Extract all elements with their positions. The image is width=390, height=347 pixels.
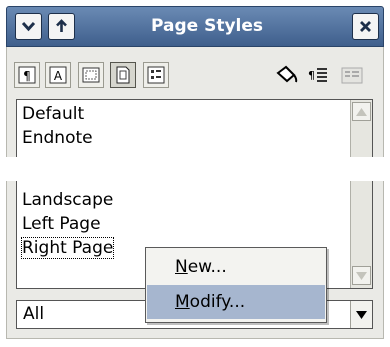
character-styles-button[interactable]: A [45,62,71,88]
window-title: Page Styles [150,16,264,36]
list-item[interactable]: Landscape [22,190,113,210]
paint-bucket-icon [276,65,298,83]
list-item[interactable]: Endnote [22,128,93,148]
menu-item-accel: M [175,292,190,312]
arrow-up-icon [56,19,67,32]
close-icon [360,21,371,32]
collapse-button[interactable] [15,13,42,40]
svg-text:¶: ¶ [308,69,315,82]
vertical-scrollbar[interactable] [350,100,372,288]
character-styles-icon: A [49,66,67,84]
new-style-button[interactable]: ¶ [304,62,334,88]
blank-gap [0,157,390,181]
page-styles-button[interactable] [110,62,136,88]
triangle-down-icon [356,271,367,280]
svg-text:¶: ¶ [23,69,31,83]
list-item[interactable]: Default [22,104,84,124]
title-bar[interactable]: Page Styles [6,6,384,47]
move-up-button[interactable] [48,13,75,40]
frame-styles-icon [82,67,100,83]
list-item-selected[interactable]: Right Page [20,237,115,259]
triangle-up-icon [356,107,367,116]
menu-item-new[interactable]: New... [147,250,325,284]
chevron-down-icon [21,21,36,32]
svg-text:A: A [54,69,63,83]
close-button[interactable] [352,13,379,40]
menu-item-label: ew... [187,257,227,277]
fill-format-mode-button[interactable] [272,62,302,88]
frame-styles-button[interactable] [78,62,104,88]
paragraph-styles-icon: ¶ [18,66,36,84]
list-styles-button[interactable] [143,62,169,88]
page-styles-window: Page Styles ¶ A ¶ Default Endnote Landsc… [0,0,390,347]
menu-item-accel: N [175,257,188,277]
filter-dropdown-button[interactable] [350,301,372,328]
context-menu: New... Modify... [145,247,327,323]
triangle-down-icon [356,310,367,319]
list-item[interactable]: Left Page [22,214,101,234]
scroll-up-button[interactable] [352,102,371,121]
paragraph-styles-button[interactable]: ¶ [14,62,40,88]
new-style-icon: ¶ [308,68,327,82]
filter-value: All [23,304,45,324]
update-style-button[interactable] [337,62,367,88]
page-styles-icon [116,66,130,84]
scroll-down-button[interactable] [352,266,371,285]
menu-item-modify[interactable]: Modify... [147,285,325,319]
menu-item-label: odify... [189,292,246,312]
update-style-icon [341,67,363,84]
list-styles-icon [147,66,165,84]
